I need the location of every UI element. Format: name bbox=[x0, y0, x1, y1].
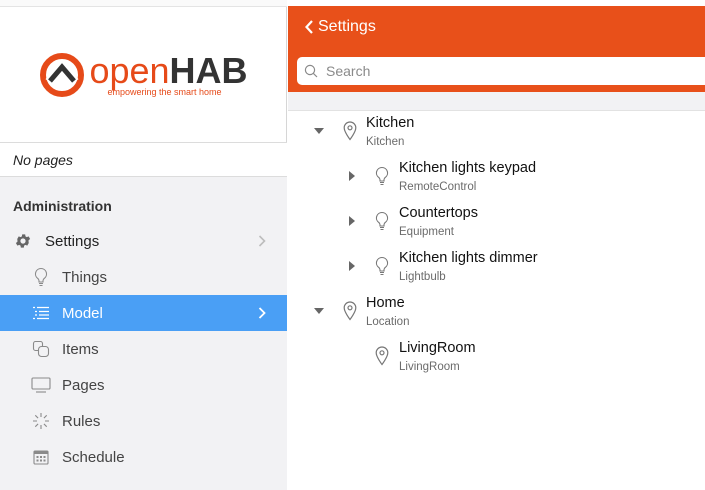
search-icon bbox=[304, 64, 318, 78]
caret-right-icon[interactable] bbox=[346, 260, 358, 272]
admin-section: Administration Settings Things Model Ite… bbox=[0, 177, 287, 490]
sidebar-item-label: Items bbox=[62, 340, 99, 358]
content-top-band bbox=[288, 92, 705, 111]
search-bar[interactable] bbox=[297, 57, 705, 85]
sidebar-item-label: Rules bbox=[62, 412, 101, 430]
sidebar-item-rules[interactable]: Rules bbox=[0, 403, 287, 439]
monitor-icon bbox=[31, 375, 51, 395]
openhab-logo[interactable]: openHAB empowering the smart home bbox=[39, 49, 248, 98]
lightbulb-icon bbox=[373, 210, 391, 232]
caret-right-icon[interactable] bbox=[346, 170, 358, 182]
caret-down-icon[interactable] bbox=[313, 305, 325, 317]
sidebar-item-label: Schedule bbox=[62, 448, 125, 466]
caret-down-icon[interactable] bbox=[313, 125, 325, 137]
items-icon bbox=[31, 339, 51, 359]
back-button[interactable]: Settings bbox=[304, 18, 376, 36]
sidebar-item-schedule[interactable]: Schedule bbox=[0, 439, 287, 475]
calendar-icon bbox=[31, 447, 51, 467]
logo-word-hab: HAB bbox=[169, 49, 248, 91]
openhab-logo-icon bbox=[40, 52, 85, 97]
tree-item-title: Kitchen lights dimmer bbox=[399, 250, 538, 266]
sidebar-item-label: Things bbox=[62, 268, 108, 286]
sidebar-item-label: Pages bbox=[62, 376, 105, 394]
sidebar-item-label: Settings bbox=[45, 232, 100, 250]
location-pin-icon bbox=[341, 300, 359, 322]
lightbulb-icon bbox=[31, 267, 51, 287]
sidebar-item-settings[interactable]: Settings bbox=[0, 223, 287, 259]
chevron-right-icon bbox=[255, 234, 269, 248]
tree-item-subtitle: Lightbulb bbox=[399, 271, 446, 283]
tree-item-subtitle: Location bbox=[366, 316, 410, 328]
header-bar: Settings bbox=[288, 6, 705, 92]
lightbulb-icon bbox=[373, 165, 391, 187]
sidebar-item-model[interactable]: Model bbox=[0, 295, 287, 331]
tree-item-title: Kitchen lights keypad bbox=[399, 160, 537, 176]
tree-item-subtitle: LivingRoom bbox=[399, 361, 460, 373]
chevron-left-icon bbox=[305, 20, 313, 34]
admin-title: Administration bbox=[13, 198, 112, 214]
sidebar-top-edge bbox=[0, 0, 287, 7]
gear-icon bbox=[13, 231, 33, 251]
tree-item-title: Home bbox=[366, 295, 405, 311]
tree-item-subtitle: Equipment bbox=[399, 226, 454, 238]
logo-word-open: open bbox=[89, 49, 170, 91]
tree-item-title: Countertops bbox=[399, 205, 478, 221]
tree-item-title: Kitchen bbox=[366, 115, 415, 131]
no-pages-label: No pages bbox=[13, 152, 73, 168]
logo-tagline: empowering the smart home bbox=[107, 86, 222, 97]
list-icon bbox=[31, 303, 51, 323]
location-pin-icon bbox=[373, 345, 391, 367]
sidebar-item-items[interactable]: Items bbox=[0, 331, 287, 367]
sidebar-item-label: Model bbox=[62, 304, 103, 322]
search-input[interactable] bbox=[324, 62, 688, 80]
logo-wordmark: openHAB bbox=[89, 49, 248, 91]
tree-item-subtitle: Kitchen bbox=[366, 136, 405, 148]
no-pages-row: No pages bbox=[0, 142, 287, 177]
lightbulb-icon bbox=[373, 255, 391, 277]
tree-item-subtitle: RemoteControl bbox=[399, 181, 477, 193]
chevron-right-icon bbox=[255, 306, 269, 320]
sidebar: openHAB empowering the smart home No pag… bbox=[0, 0, 287, 490]
location-pin-icon bbox=[341, 120, 359, 142]
spinner-icon bbox=[31, 411, 51, 431]
logo-area: openHAB empowering the smart home bbox=[0, 7, 287, 142]
back-button-label: Settings bbox=[318, 18, 376, 35]
caret-right-icon[interactable] bbox=[346, 215, 358, 227]
sidebar-item-pages[interactable]: Pages bbox=[0, 367, 287, 403]
sidebar-item-things[interactable]: Things bbox=[0, 259, 287, 295]
tree-item-title: LivingRoom bbox=[399, 340, 476, 356]
